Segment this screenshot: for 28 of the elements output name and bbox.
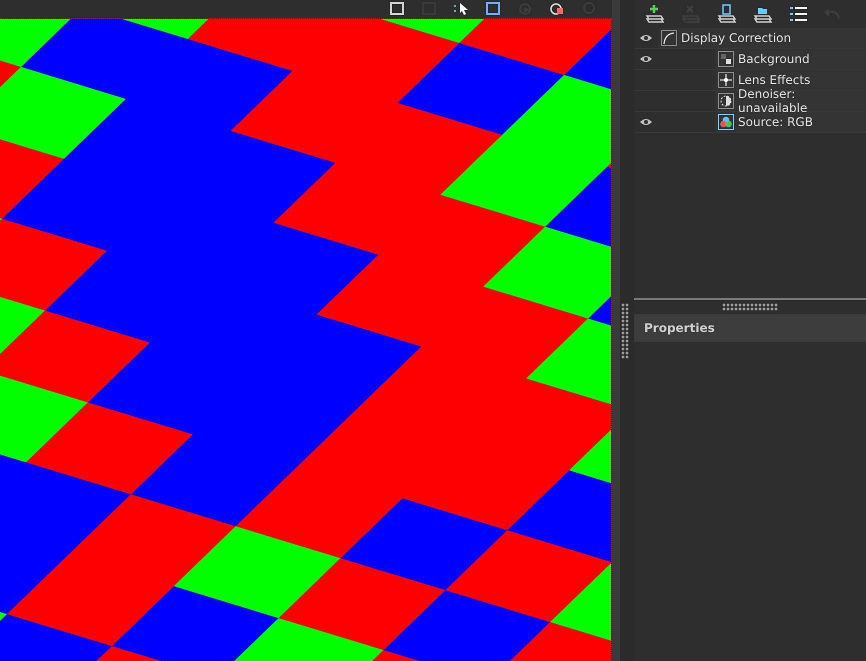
stop-icon — [548, 2, 566, 16]
square-icon — [484, 2, 502, 16]
layers-icon — [644, 4, 666, 24]
eye-icon[interactable] — [639, 54, 653, 64]
cursor-icon — [452, 2, 470, 16]
eye-icon[interactable] — [639, 117, 653, 127]
layer-item[interactable]: Display Correction — [658, 28, 866, 48]
toolbar-button[interactable] — [548, 2, 566, 16]
list-icon — [788, 4, 810, 24]
eye-icon[interactable] — [639, 33, 653, 43]
toolbar-button[interactable] — [452, 2, 470, 16]
splitter-handle[interactable] — [722, 303, 778, 311]
curve-icon — [661, 30, 677, 46]
layers-icon — [716, 4, 738, 24]
sparkle-icon — [718, 72, 734, 88]
color-circles-icon — [718, 114, 734, 130]
layer-item[interactable]: Denoiser: unavailable — [715, 91, 866, 111]
splitter-handle[interactable] — [621, 302, 629, 358]
toolbar-button[interactable] — [484, 2, 502, 16]
layer-item[interactable]: Source: RGB — [715, 112, 866, 132]
layer-toolbar-button[interactable] — [644, 4, 666, 24]
layer-toolbar-button[interactable] — [716, 4, 738, 24]
checker-icon — [718, 51, 734, 67]
panel-title: Properties — [644, 321, 715, 335]
half-circle-icon — [718, 93, 734, 109]
layer-item[interactable]: Lens Effects — [715, 70, 866, 90]
layer-item[interactable]: Background — [715, 49, 866, 69]
layer-toolbar-button[interactable] — [788, 4, 810, 24]
